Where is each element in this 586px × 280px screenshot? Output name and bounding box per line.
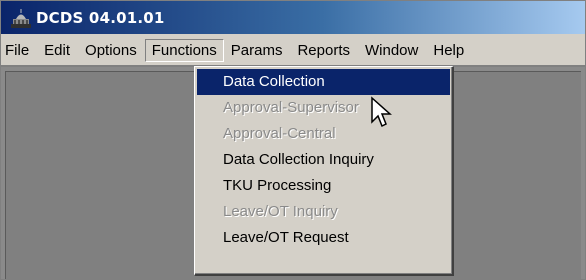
menu-item-tku-processing[interactable]: TKU Processing [195,173,452,199]
menu-item-data-collection-inquiry[interactable]: Data Collection Inquiry [195,147,452,173]
mouse-pointer-icon [371,96,392,128]
menu-window[interactable]: Window [358,39,426,62]
menu-item-approval-central[interactable]: Approval-Central [195,121,452,147]
menu-options[interactable]: Options [78,39,145,62]
menu-params[interactable]: Params [224,39,291,62]
capitol-building-icon [11,8,31,28]
menu-functions[interactable]: Functions [144,38,224,62]
functions-dropdown-menu: Data Collection Approval-Supervisor Appr… [194,66,454,276]
menu-bar: File Edit Options Functions Params Repor… [1,36,585,64]
menu-item-leave-ot-inquiry[interactable]: Leave/OT Inquiry [195,199,452,225]
menu-file[interactable]: File [1,39,37,62]
menu-item-data-collection[interactable]: Data Collection [197,69,450,95]
menu-reports[interactable]: Reports [290,39,358,62]
menu-item-leave-ot-request[interactable]: Leave/OT Request [195,225,452,251]
window-title: DCDS 04.01.01 [36,8,165,27]
menu-help[interactable]: Help [426,39,472,62]
title-bar[interactable]: DCDS 04.01.01 [1,1,585,34]
menu-edit[interactable]: Edit [37,39,78,62]
menu-item-approval-supervisor[interactable]: Approval-Supervisor [195,95,452,121]
